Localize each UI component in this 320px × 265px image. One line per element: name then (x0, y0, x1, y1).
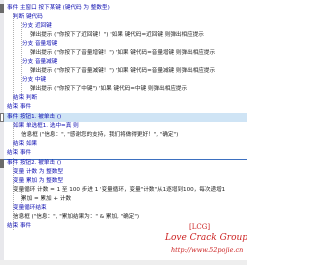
code-line[interactable]: 结束 事件 (0, 103, 247, 112)
code-line[interactable]: 事件 按钮2. 被单击 () (0, 159, 247, 168)
code-line[interactable]: 变量 累加 为 整数型 (0, 177, 247, 186)
code-line[interactable]: 弹出提示 ("你按下了音量减键！") '如果 键代码=音量减键 则弹出相应提示 (0, 67, 247, 76)
horizontal-scrollbar[interactable] (0, 260, 247, 265)
collapse-marker-icon[interactable] (0, 113, 4, 122)
code-line[interactable]: 分支 近回键 (0, 22, 247, 31)
code-text: 如果 单选框1. 选中=真 则 (13, 123, 79, 129)
code-line[interactable]: 事件 主窗口 按下某键 (键代码 为 整数型) (0, 4, 247, 13)
code-line[interactable]: 变量 计数 为 整数型 (0, 168, 247, 177)
code-text: 判断 键代码 (13, 14, 43, 20)
code-text: 弹出提示 ("你按下了音量增键！") '如果 键代码=音量增键 则弹出相应提示 (30, 50, 216, 56)
code-line[interactable]: 弹出提示 ("你按下了音量增键！") '如果 键代码=音量增键 则弹出相应提示 (0, 49, 247, 58)
code-line[interactable]: 如果 单选框1. 选中=真 则 (0, 122, 247, 131)
code-line[interactable]: 弹出提示 ("你按下了近回键！") '如果 键代码=近回键 则弹出相应提示 (0, 31, 247, 40)
code-text: 变量 累加 为 整数型 (13, 178, 64, 184)
code-line[interactable]: 结束 事件 (0, 149, 247, 158)
code-text: 变量循环 计数 = 1 至 100 步进 1 '变量循环，变量"计数"从1逐增到… (13, 187, 226, 193)
code-line[interactable]: 分支 中键 (0, 76, 247, 85)
code-text: 结束 事件 (7, 223, 32, 229)
code-line[interactable]: 信息框 ("信息：", "累加结果为：" & 累加, "确定") (0, 213, 247, 222)
code-text: 结束 如果 (13, 141, 38, 147)
code-text: 结束 判断 (13, 95, 38, 101)
code-text: 变量循环结束 (13, 205, 47, 211)
watermark-name: Love Crack Group (165, 233, 247, 243)
code-line-current[interactable]: 事件 按钮1. 被单击 () (0, 113, 247, 122)
code-text: 弹出提示 ("你按下了近回键！") '如果 键代码=近回键 则弹出相应提示 (30, 32, 204, 38)
watermark-tag: [LCG] (189, 223, 211, 231)
code-text: 变量 计数 为 整数型 (13, 169, 64, 175)
code-text: 结束 事件 (7, 150, 32, 156)
code-text: 分支 音量增键 (22, 41, 58, 47)
code-line[interactable]: 变量循环结束 (0, 204, 247, 213)
code-text: 信息框 ("信息：", "感谢您的支持，我们将做得更好！", "确定") (21, 132, 179, 138)
code-text: 分支 音量减键 (22, 59, 58, 65)
code-line[interactable]: 弹出提示 ("你按下了中键") '如果 键代码=中键 则弹出相应提示 (0, 85, 247, 94)
code-line[interactable]: 结束 判断 (0, 94, 247, 103)
code-text: 分支 中键 (22, 77, 47, 83)
code-line[interactable]: 累加 = 累加 + 计数 (0, 195, 247, 204)
code-line[interactable]: 判断 键代码 (0, 13, 247, 22)
code-editor[interactable]: 事件 主窗口 按下某键 (键代码 为 整数型) 判断 键代码 分支 近回键 弹出… (0, 0, 247, 265)
code-text: 分支 近回键 (22, 23, 52, 29)
code-line[interactable]: 信息框 ("信息：", "感谢您的支持，我们将做得更好！", "确定") (0, 131, 247, 140)
code-text: 弹出提示 ("你按下了中键") '如果 键代码=中键 则弹出相应提示 (30, 86, 188, 92)
watermark-url: http://www.52pojie.cn (171, 246, 244, 254)
code-line[interactable]: 分支 音量减键 (0, 58, 247, 67)
code-line[interactable]: 变量循环 计数 = 1 至 100 步进 1 '变量循环，变量"计数"从1逐增到… (0, 186, 247, 195)
code-line[interactable]: 结束 如果 (0, 140, 247, 149)
code-text: 事件 主窗口 按下某键 (键代码 为 整数型) (7, 5, 110, 11)
code-text: 累加 = 累加 + 计数 (21, 196, 72, 202)
code-text: 弹出提示 ("你按下了音量减键！") '如果 键代码=音量减键 则弹出相应提示 (30, 68, 216, 74)
code-text: 信息框 ("信息：", "累加结果为：" & 累加, "确定") (13, 214, 140, 220)
collapse-marker-icon[interactable] (0, 159, 4, 168)
code-text: 事件 按钮2. 被单击 () (7, 160, 62, 166)
collapse-marker-icon[interactable] (0, 4, 4, 13)
code-line[interactable]: 分支 音量增键 (0, 40, 247, 49)
code-text: 事件 按钮1. 被单击 () (7, 114, 62, 120)
code-text: 结束 事件 (7, 104, 32, 110)
